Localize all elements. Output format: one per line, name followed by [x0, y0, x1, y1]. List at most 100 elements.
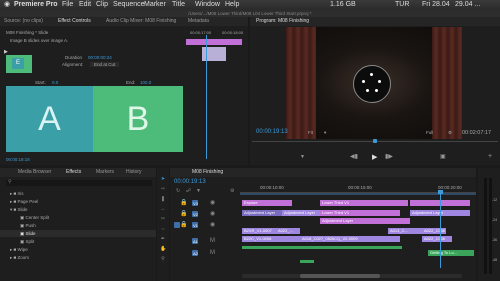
- timeline-timecode[interactable]: 00:00:19:13: [174, 179, 206, 185]
- audio-clip-a2[interactable]: [300, 260, 314, 263]
- hand-tool-icon[interactable]: ✋: [160, 246, 166, 252]
- effect-center-split[interactable]: ▣ Center Split: [20, 215, 49, 221]
- transition-preview[interactable]: E: [6, 55, 32, 73]
- menu-help[interactable]: Help: [225, 0, 239, 10]
- v3-eye-icon[interactable]: ◉: [210, 200, 215, 206]
- tab-audio-clip-mixer[interactable]: Audio Clip Mixer: M08 Finishing: [106, 17, 176, 26]
- tab-sequence[interactable]: M08 Finishing: [192, 168, 223, 177]
- clock[interactable]: Fri 28.04: [422, 0, 450, 10]
- tab-effects[interactable]: Effects: [66, 168, 81, 177]
- play-transition-icon[interactable]: ▶: [4, 49, 8, 55]
- menu-file[interactable]: File: [62, 0, 73, 10]
- a1-mute-icon[interactable]: M: [210, 238, 215, 244]
- clip-v1-f[interactable]: A022_C006: [422, 228, 446, 234]
- wrench-icon[interactable]: ⚙: [230, 188, 234, 194]
- apple-icon[interactable]: ◉: [4, 0, 10, 10]
- ec-clip-bar[interactable]: [186, 39, 242, 45]
- pen-tool-icon[interactable]: ✒: [160, 236, 166, 242]
- mark-in-icon[interactable]: ▼: [300, 154, 305, 160]
- effect-push[interactable]: ▣ Push: [20, 223, 36, 229]
- effect-slide[interactable]: ▣ Slide: [20, 231, 36, 237]
- menu-edit[interactable]: Edit: [79, 0, 91, 10]
- folder-wipe[interactable]: ▸ ■ Wipe: [10, 247, 28, 253]
- program-video-frame[interactable]: [286, 27, 462, 139]
- ec-playhead[interactable]: [206, 35, 207, 159]
- clip-v1-e[interactable]: A013_C...: [388, 228, 422, 234]
- clip-v1-g[interactable]: A022_C006: [422, 236, 452, 242]
- tab-markers[interactable]: Markers: [96, 168, 114, 177]
- effect-split[interactable]: ▣ Split: [20, 239, 34, 245]
- clip-v1-a[interactable]: B2XR_V1-0007: [242, 228, 276, 234]
- clip-lower-third-v1-top[interactable]: Lower Third V1: [320, 200, 408, 206]
- timeline-playhead[interactable]: [440, 190, 441, 268]
- audio-clip-a1[interactable]: [242, 246, 402, 249]
- play-icon[interactable]: ▶: [372, 153, 377, 161]
- export-frame-icon[interactable]: ▣: [440, 153, 446, 160]
- tab-metadata[interactable]: Metadata: [188, 17, 209, 26]
- program-timecode[interactable]: 00:00:19:13: [256, 129, 288, 135]
- add-marker-icon[interactable]: ▼: [196, 188, 201, 194]
- alignment-select[interactable]: End at Cut: [90, 62, 120, 67]
- clip-v1-c[interactable]: B22C_V1-0008: [242, 236, 300, 242]
- menu-sequence[interactable]: Sequence: [113, 0, 145, 10]
- tab-effect-controls[interactable]: Effect Controls: [58, 17, 91, 26]
- razor-tool-icon[interactable]: ✂: [160, 216, 166, 222]
- app-menu[interactable]: Premiere Pro: [14, 0, 58, 10]
- program-playhead[interactable]: [373, 139, 377, 143]
- clock-time[interactable]: 29.04 ...: [455, 0, 480, 10]
- selection-tool-icon[interactable]: ➤: [160, 176, 166, 182]
- zoom-tool-icon[interactable]: ⚲: [160, 256, 166, 262]
- folder-slide[interactable]: ▾ ■ Slide: [10, 207, 28, 213]
- ripple-edit-tool-icon[interactable]: ❚: [160, 196, 166, 202]
- v1-lock-icon[interactable]: 🔒: [180, 222, 187, 228]
- snap-icon[interactable]: ↻: [176, 188, 180, 194]
- clip-adjustment-layer-1[interactable]: Adjustment Layer: [242, 210, 282, 216]
- add-button-icon[interactable]: +: [488, 153, 492, 160]
- quality-select[interactable]: Full: [426, 130, 433, 135]
- effect-controls-panel: Source: (no clips) Effect Controls Audio…: [0, 17, 248, 165]
- linked-selection-icon[interactable]: ☍: [186, 188, 191, 194]
- track-select-tool-icon[interactable]: ⇨: [160, 186, 166, 192]
- menu-window[interactable]: Window: [195, 0, 220, 10]
- audio-clip-getting-to-lo[interactable]: Getting To Lo...: [428, 250, 474, 256]
- search-field[interactable]: [6, 180, 152, 186]
- duration-value[interactable]: 00:00:00:24: [88, 55, 112, 60]
- tab-history[interactable]: History: [126, 168, 142, 177]
- ec-timecode[interactable]: 00:00:18:18: [6, 157, 30, 162]
- step-forward-icon[interactable]: ▮▶: [385, 153, 393, 160]
- end-value[interactable]: 100.0: [140, 80, 151, 85]
- rate-stretch-tool-icon[interactable]: ↔: [160, 206, 166, 212]
- folder-iris[interactable]: ▸ ■ Iris: [10, 191, 23, 197]
- v2-eye-icon[interactable]: ◉: [210, 211, 215, 217]
- clip-v1-d[interactable]: A018_C027_0826CQ_V2-0009: [300, 236, 400, 242]
- settings-icon[interactable]: ⚙: [448, 130, 452, 136]
- slip-tool-icon[interactable]: ⇔: [160, 226, 166, 232]
- zoom-chevron-icon[interactable]: ▾: [324, 130, 326, 136]
- v1-eye-icon[interactable]: ◉: [210, 222, 215, 228]
- timeline-scroll-thumb[interactable]: [300, 274, 380, 278]
- clip-v1-b[interactable]: A022_...: [276, 228, 300, 234]
- playhead-handle[interactable]: [438, 190, 443, 194]
- menu-title[interactable]: Title: [172, 0, 185, 10]
- folder-zoom[interactable]: ▸ ■ Zoom: [10, 255, 29, 261]
- folder-page-peel[interactable]: ▸ ■ Page Peel: [10, 199, 38, 205]
- clip-adjustment-layer-4[interactable]: Adjustment Layer: [320, 218, 410, 224]
- menu-marker[interactable]: Marker: [144, 0, 166, 10]
- end-preview-b[interactable]: B: [93, 86, 183, 152]
- input-source[interactable]: TUR: [395, 0, 409, 10]
- a2-mute-icon[interactable]: M: [210, 250, 215, 256]
- start-value[interactable]: 0.0: [52, 80, 58, 85]
- clip-lower-third-v1-bottom[interactable]: Lower Third V1: [320, 210, 400, 216]
- clip-explore[interactable]: Explore: [242, 200, 292, 206]
- step-back-icon[interactable]: ◀▮: [350, 153, 358, 160]
- tab-source[interactable]: Source: (no clips): [4, 17, 43, 26]
- curtain-right: [432, 27, 462, 139]
- menu-clip[interactable]: Clip: [96, 0, 108, 10]
- v3-lock-icon[interactable]: 🔒: [180, 200, 187, 206]
- v2-lock-icon[interactable]: 🔒: [180, 211, 187, 217]
- tab-media-browser[interactable]: Media Browser: [18, 168, 51, 177]
- tab-program[interactable]: Program: M08 Finishing: [256, 17, 309, 26]
- clip-adjustment-layer-2[interactable]: Adjustment Layer: [282, 210, 320, 216]
- start-preview-a[interactable]: A: [6, 86, 93, 152]
- zoom-select[interactable]: Fit: [308, 130, 313, 135]
